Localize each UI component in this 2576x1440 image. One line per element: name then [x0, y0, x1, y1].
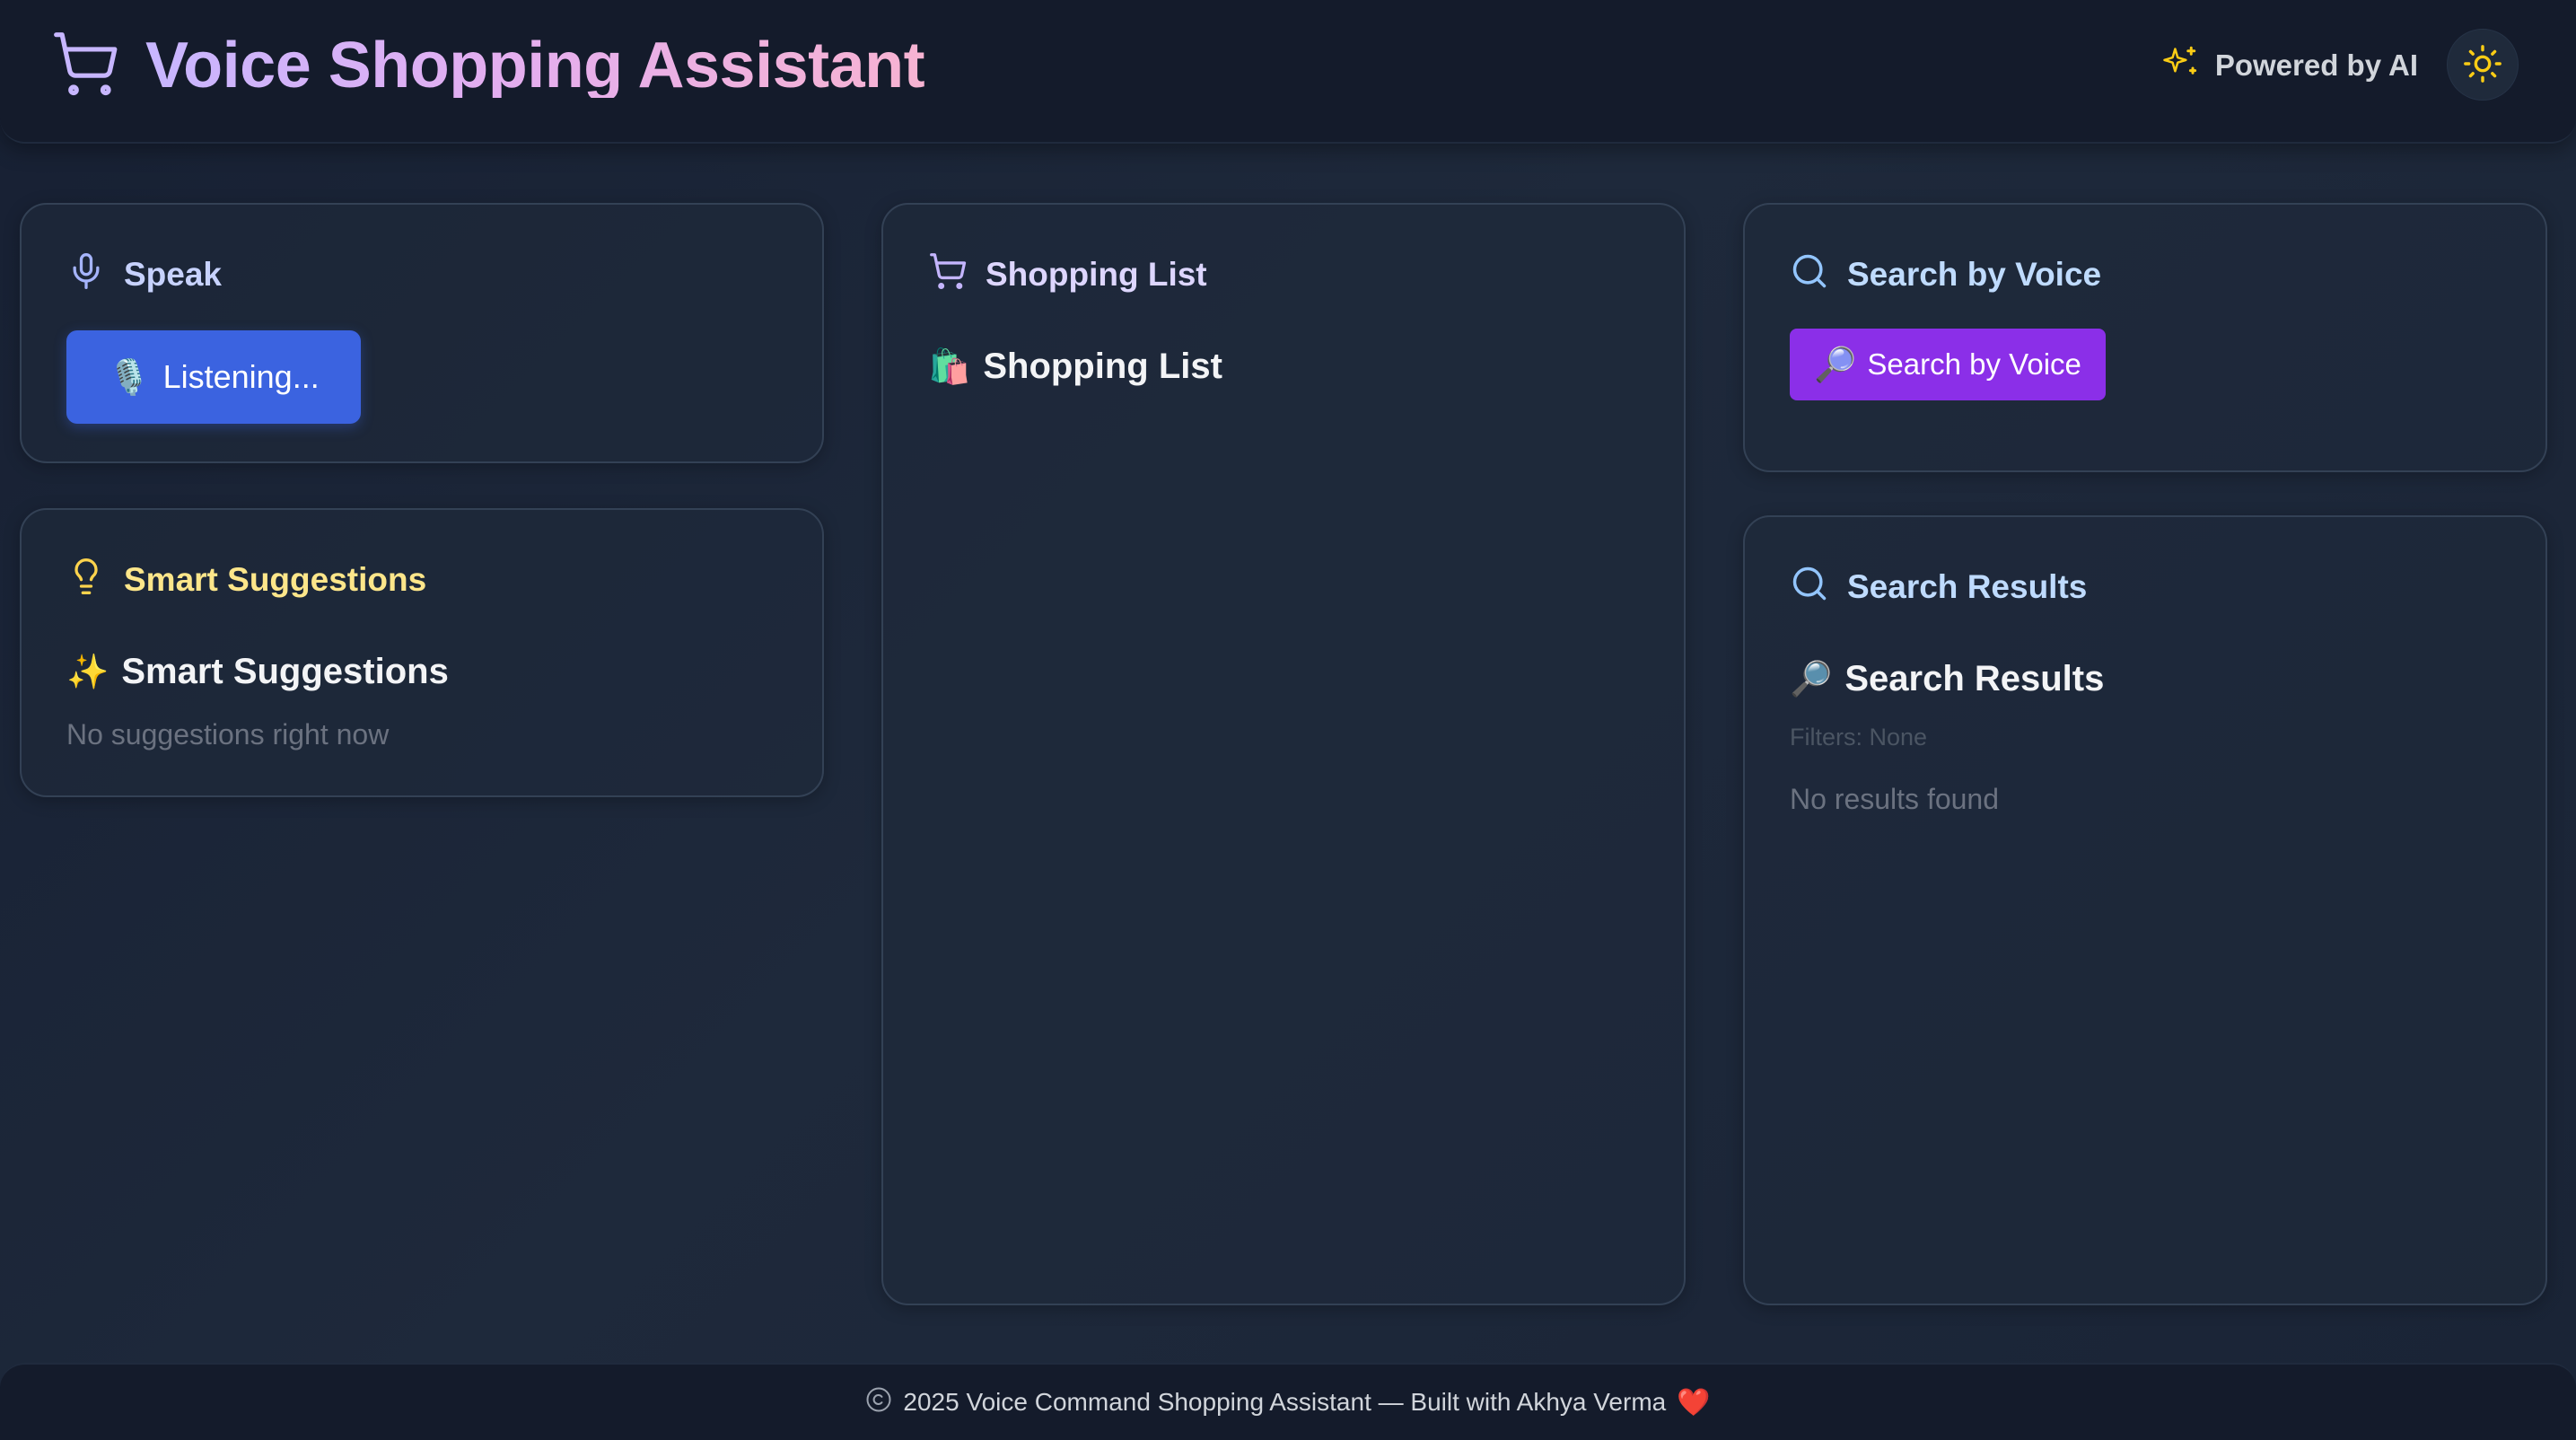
search-results-empty-text: No results found	[1790, 783, 2000, 815]
shopping-list-subtitle: 🛍️ Shopping List	[928, 348, 1222, 384]
app-title: Voice Shopping Assistant	[145, 30, 925, 101]
shopping-list-card: Shopping List 🛍️ Shopping List	[881, 203, 1686, 1305]
search-results-title: Search Results	[1847, 567, 2088, 605]
listen-button-label: Listening...	[162, 358, 320, 395]
cart-small-icon	[928, 251, 968, 296]
suggestions-title: Smart Suggestions	[124, 560, 427, 598]
shopping-bags-emoji-icon: 🛍️	[928, 347, 971, 386]
search-voice-card: Search by Voice 🔎 Search by Voice	[1743, 203, 2547, 472]
suggestions-subtitle: ✨ Smart Suggestions	[66, 654, 449, 689]
suggestions-card-header: Smart Suggestions	[66, 557, 426, 601]
search-voice-title: Search by Voice	[1847, 255, 2102, 293]
search-results-subtitle-text: Search Results	[1844, 659, 2105, 698]
suggestions-card: Smart Suggestions ✨ Smart Suggestions No…	[20, 508, 824, 797]
speak-title: Speak	[124, 255, 223, 293]
speak-card: Speak 🎙️ Listening...	[20, 203, 824, 463]
suggestions-empty-text: No suggestions right now	[66, 718, 390, 751]
theme-toggle-button[interactable]	[2447, 29, 2519, 101]
search-results-card: Search Results 🔎 Search Results Filters:…	[1743, 515, 2547, 1305]
heart-icon: ❤️	[1677, 1386, 1711, 1418]
brand: Voice Shopping Assistant	[50, 27, 925, 104]
microphone-emoji-icon: 🎙️	[108, 356, 151, 397]
listen-button[interactable]: 🎙️ Listening...	[66, 330, 361, 424]
sparkles-icon	[2161, 43, 2199, 88]
magnifier-emoji-icon: 🔎	[1814, 344, 1857, 384]
search-results-icon	[1790, 564, 1829, 609]
search-by-voice-button-label: Search by Voice	[1867, 347, 2081, 381]
suggestions-subtitle-text: Smart Suggestions	[121, 652, 449, 691]
copyright-icon	[865, 1386, 892, 1419]
microphone-icon	[66, 251, 106, 296]
sparkles-emoji-icon: ✨	[66, 652, 110, 691]
sun-icon	[2462, 43, 2503, 87]
filters-text: Filters: None	[1790, 724, 1928, 751]
magnifier-results-emoji-icon: 🔎	[1790, 659, 1833, 698]
shopping-list-title: Shopping List	[986, 255, 1207, 293]
search-results-card-header: Search Results	[1790, 564, 2087, 609]
speak-card-header: Speak	[66, 251, 222, 296]
shopping-list-subtitle-text: Shopping List	[983, 347, 1222, 386]
search-results-subtitle: 🔎 Search Results	[1790, 661, 2104, 697]
cart-icon	[50, 29, 120, 103]
shopping-list-card-header: Shopping List	[928, 251, 1207, 296]
lightbulb-icon	[66, 557, 106, 601]
powered-by-badge: Powered by AI	[2161, 43, 2418, 88]
search-by-voice-button[interactable]: 🔎 Search by Voice	[1790, 329, 2106, 400]
footer-text: 2025 Voice Command Shopping Assistant — …	[903, 1388, 1667, 1416]
search-voice-card-header: Search by Voice	[1790, 251, 2101, 296]
app-header: Voice Shopping Assistant Powered by AI	[0, 0, 2576, 144]
app-footer: 2025 Voice Command Shopping Assistant — …	[0, 1363, 2576, 1440]
powered-by-label: Powered by AI	[2214, 48, 2418, 82]
search-icon	[1790, 251, 1829, 296]
